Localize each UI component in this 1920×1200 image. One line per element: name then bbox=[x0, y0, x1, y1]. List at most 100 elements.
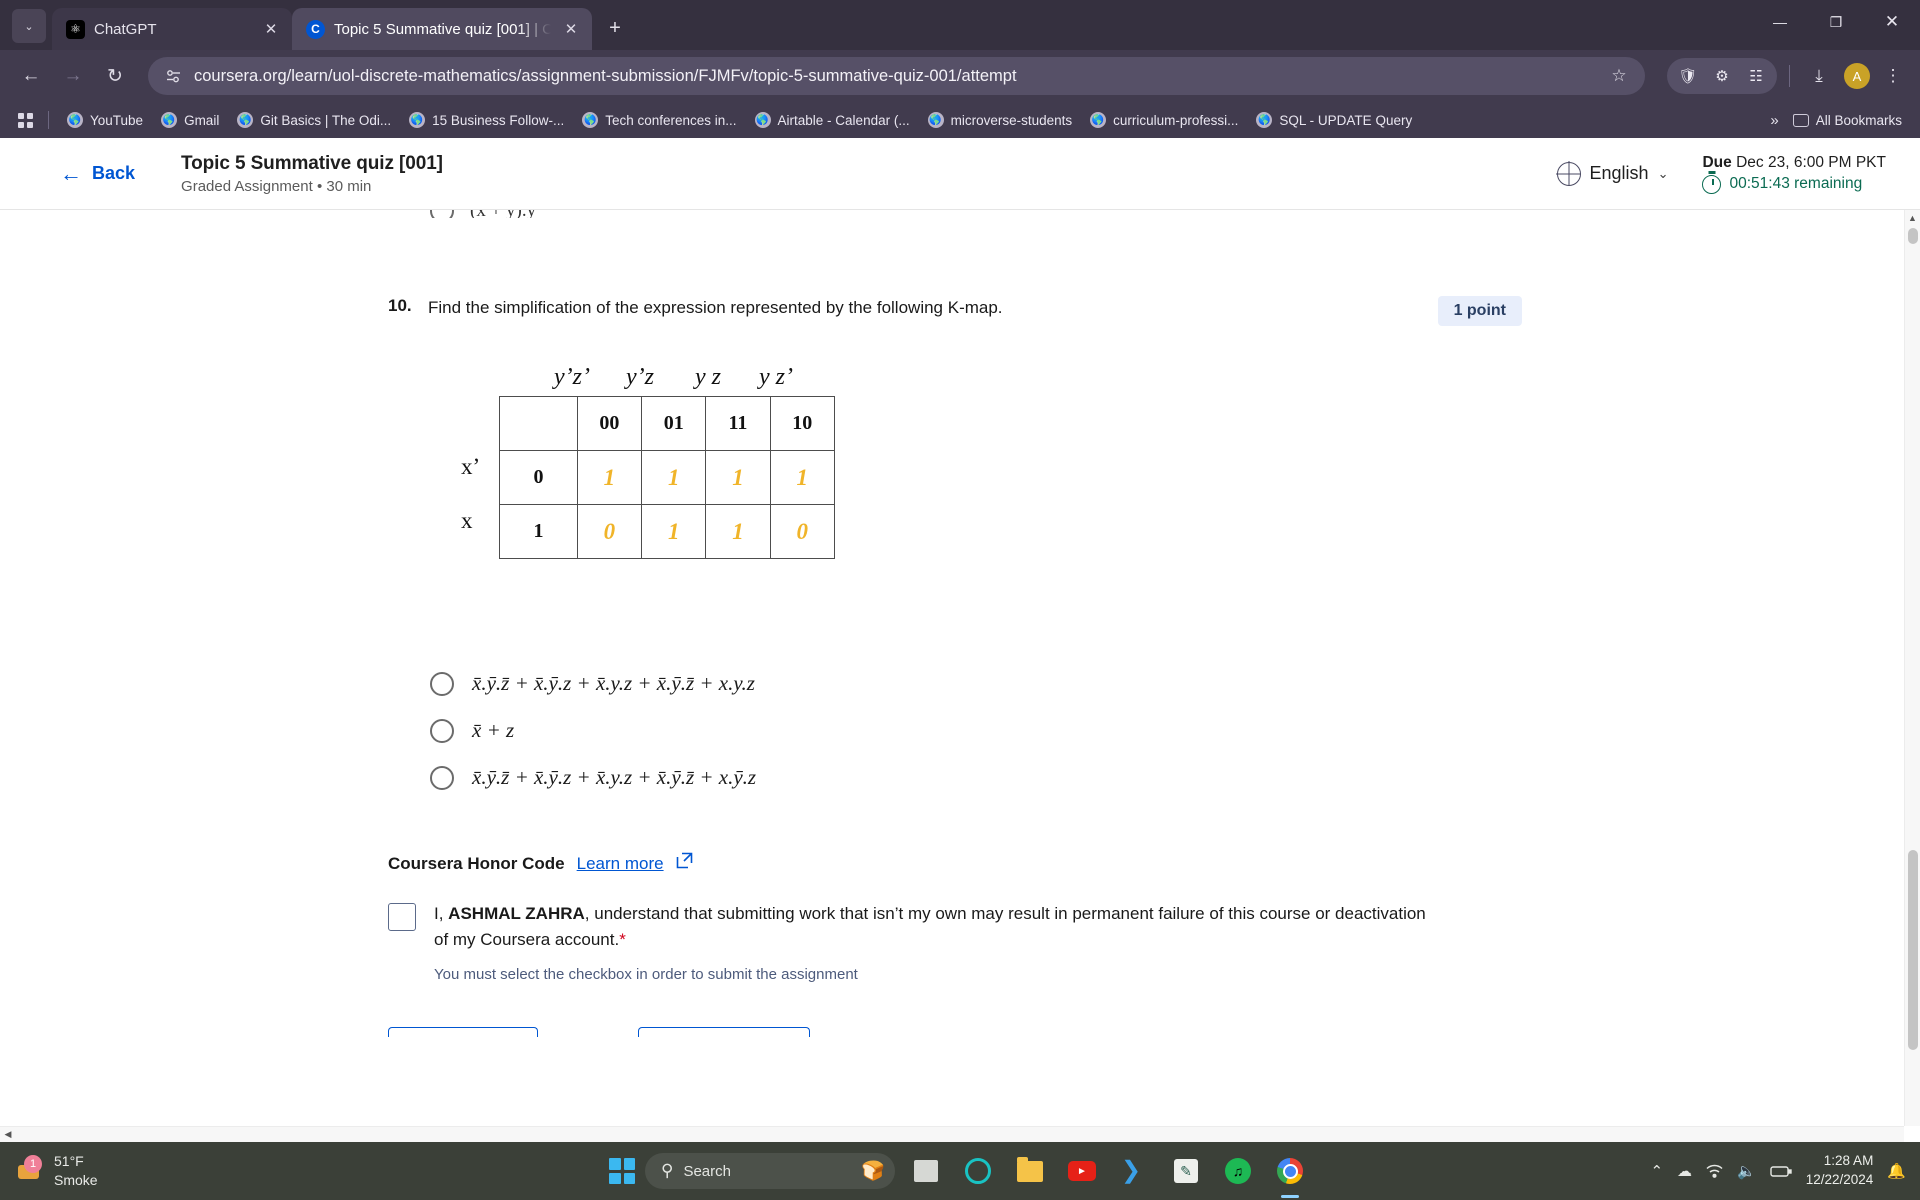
kmap-code-cell: 10 bbox=[769, 396, 836, 451]
time-remaining-line: 00:51:43 remaining bbox=[1702, 174, 1886, 194]
kmap-value-cell: 1 bbox=[641, 450, 707, 505]
answer-options: x̄.ȳ.z̄ + x̄.ȳ.z + x̄.y.z + x̄.ȳ.z̄ +… bbox=[430, 671, 1920, 790]
tab-search-button[interactable]: ⌄ bbox=[12, 9, 46, 43]
apps-grid-icon[interactable] bbox=[12, 107, 38, 133]
scroll-up-arrow[interactable]: ▲ bbox=[1905, 210, 1920, 226]
chrome-icon[interactable] bbox=[1269, 1150, 1311, 1192]
scroll-left-arrow[interactable]: ◀ bbox=[0, 1129, 16, 1140]
bookmark-star-icon[interactable]: ☆ bbox=[1605, 66, 1633, 86]
shield-icon[interactable]: 🛡 bbox=[1673, 61, 1703, 91]
previous-question-option-partial[interactable]: (x + y).y bbox=[430, 210, 536, 218]
youtube-icon[interactable]: ► bbox=[1061, 1150, 1103, 1192]
answer-option-2[interactable]: x̄ + z bbox=[430, 718, 1920, 743]
file-explorer-icon[interactable] bbox=[1009, 1150, 1051, 1192]
external-link-icon[interactable] bbox=[676, 852, 693, 875]
language-selector[interactable]: English ⌄ bbox=[1556, 161, 1668, 186]
notes-icon[interactable]: ✎ bbox=[1165, 1150, 1207, 1192]
kmap-top-labels: y’z’ y’z y z y z’ bbox=[538, 364, 835, 391]
bookmark-item[interactable]: 🌎 YouTube bbox=[59, 109, 151, 131]
vertical-scrollbar[interactable]: ▲ bbox=[1904, 210, 1920, 1126]
bookmark-label: microverse-students bbox=[950, 112, 1073, 128]
weather-widget[interactable]: 1 51°F Smoke bbox=[0, 1152, 98, 1190]
globe-icon: 🌎 bbox=[582, 112, 599, 128]
bookmark-item[interactable]: 🌎 SQL - UPDATE Query bbox=[1248, 109, 1420, 131]
bookmark-item[interactable]: 🌎 Tech conferences in... bbox=[574, 109, 744, 131]
bookmark-item[interactable]: 🌎 Airtable - Calendar (... bbox=[747, 109, 918, 131]
all-bookmarks-button[interactable]: All Bookmarks bbox=[1792, 113, 1908, 128]
honor-code-checkbox[interactable] bbox=[388, 903, 416, 931]
split-screen-icon[interactable]: ☷ bbox=[1741, 61, 1771, 91]
submit-button-partial[interactable] bbox=[638, 1026, 810, 1037]
taskbar-search[interactable]: ⚲ Search 🍞 bbox=[645, 1153, 895, 1189]
taskbar-clock[interactable]: 1:28 AM 12/22/2024 bbox=[1806, 1152, 1874, 1190]
back-button[interactable]: ← Back bbox=[60, 161, 135, 187]
option-expression: x̄.ȳ.z̄ + x̄.ȳ.z + x̄.y.z + x̄.ȳ.z̄ +… bbox=[472, 671, 755, 695]
radio-icon[interactable] bbox=[430, 671, 454, 696]
scrollbar-thumb[interactable] bbox=[1908, 228, 1918, 244]
bookmark-item[interactable]: 🌎 microverse-students bbox=[920, 109, 1081, 131]
honor-code-statement: I, ASHMAL ZAHRA, understand that submitt… bbox=[434, 901, 1444, 954]
wifi-icon[interactable] bbox=[1706, 1164, 1723, 1178]
onedrive-icon[interactable]: ☁ bbox=[1677, 1162, 1692, 1180]
bookmark-item[interactable]: 🌎 Gmail bbox=[153, 109, 227, 131]
back-icon[interactable]: ← bbox=[12, 57, 50, 95]
copilot-icon[interactable]: 🍞 bbox=[861, 1159, 885, 1183]
start-button-icon[interactable] bbox=[609, 1158, 635, 1184]
kmap-header-row: 00 01 11 10 bbox=[499, 396, 836, 451]
puzzle-icon[interactable]: ⚙ bbox=[1707, 61, 1737, 91]
forward-icon[interactable]: → bbox=[54, 57, 92, 95]
header-right: English ⌄ Due Dec 23, 6:00 PM PKT 00:51:… bbox=[1556, 154, 1886, 194]
address-bar[interactable]: coursera.org/learn/uol-discrete-mathemat… bbox=[148, 57, 1645, 95]
reload-icon[interactable]: ↻ bbox=[96, 57, 134, 95]
permissions-icon[interactable] bbox=[162, 65, 184, 87]
answer-option-3[interactable]: x̄.ȳ.z̄ + x̄.ȳ.z + x̄.y.z + x̄.ȳ.z̄ +… bbox=[430, 765, 1920, 790]
task-view-icon[interactable] bbox=[905, 1150, 947, 1192]
tray-expand-icon[interactable]: ⌃ bbox=[1650, 1162, 1663, 1180]
quiz-header: ← Back Topic 5 Summative quiz [001] Grad… bbox=[0, 138, 1920, 210]
tab-title: ChatGPT bbox=[94, 20, 157, 38]
option-expression: x̄ + z bbox=[472, 718, 515, 742]
bookmark-item[interactable]: 🌎 Git Basics | The Odi... bbox=[229, 109, 399, 131]
radio-icon[interactable] bbox=[430, 718, 454, 743]
teal-circle-app-icon[interactable] bbox=[957, 1150, 999, 1192]
tab-chatgpt[interactable]: ⚛ ChatGPT ✕ bbox=[52, 8, 292, 50]
new-tab-button[interactable]: + bbox=[600, 13, 630, 43]
radio-icon[interactable] bbox=[430, 765, 454, 790]
honor-code-title: Coursera Honor Code bbox=[388, 853, 565, 873]
download-icon[interactable]: ⤓ bbox=[1802, 59, 1836, 93]
close-window-icon[interactable]: ✕ bbox=[1864, 0, 1920, 44]
bookmark-item[interactable]: 🌎 curriculum-professi... bbox=[1082, 109, 1246, 131]
answer-option-1[interactable]: x̄.ȳ.z̄ + x̄.ȳ.z + x̄.y.z + x̄.ȳ.z̄ +… bbox=[430, 671, 1920, 696]
save-draft-button-partial[interactable] bbox=[388, 1026, 538, 1037]
honor-code-section: Coursera Honor Code Learn more I, ASHMAL… bbox=[388, 852, 1920, 983]
vscode-icon[interactable]: ❯ bbox=[1113, 1150, 1155, 1192]
spotify-icon[interactable]: ♫ bbox=[1217, 1150, 1259, 1192]
volume-icon[interactable]: 🔈 bbox=[1737, 1162, 1756, 1180]
learn-more-link[interactable]: Learn more bbox=[577, 854, 664, 874]
system-tray: ⌃ ☁ 🔈 1:28 AM 12/22/2024 🔔 bbox=[1650, 1152, 1920, 1190]
minimize-icon[interactable]: — bbox=[1752, 0, 1808, 44]
close-icon[interactable]: ✕ bbox=[260, 18, 282, 40]
close-icon[interactable]: ✕ bbox=[560, 18, 582, 40]
kmap-side-label: x bbox=[461, 508, 473, 533]
globe-icon: 🌎 bbox=[927, 112, 944, 128]
timer-icon bbox=[1702, 174, 1722, 194]
browser-menu-icon[interactable]: ⋮ bbox=[1878, 59, 1908, 93]
kmap-top-label: y z bbox=[695, 364, 721, 390]
battery-icon[interactable] bbox=[1770, 1165, 1792, 1178]
notification-bell-icon[interactable]: 🔔 bbox=[1887, 1162, 1906, 1180]
radio-icon[interactable] bbox=[430, 210, 454, 218]
bookmarks-overflow-icon[interactable]: » bbox=[1758, 112, 1790, 129]
user-name: ASHMAL ZAHRA bbox=[448, 904, 585, 923]
kmap-value-cell: 1 bbox=[641, 504, 707, 559]
maximize-icon[interactable]: ❐ bbox=[1808, 0, 1864, 44]
search-icon: ⚲ bbox=[661, 1161, 674, 1180]
horizontal-scrollbar[interactable]: ◀ bbox=[0, 1126, 1904, 1142]
tab-coursera-quiz[interactable]: C Topic 5 Summative quiz [001] | C ✕ bbox=[292, 8, 592, 50]
bookmark-item[interactable]: 🌎 15 Business Follow-... bbox=[401, 109, 572, 131]
avatar[interactable]: A bbox=[1844, 63, 1870, 89]
kmap-table: 00 01 11 10 0 1 1 1 1 1 0 1 1 0 bbox=[499, 396, 836, 559]
bookmark-label: Git Basics | The Odi... bbox=[260, 112, 392, 128]
scrollbar-thumb[interactable] bbox=[1908, 850, 1918, 1050]
globe-icon: 🌎 bbox=[1090, 112, 1107, 128]
